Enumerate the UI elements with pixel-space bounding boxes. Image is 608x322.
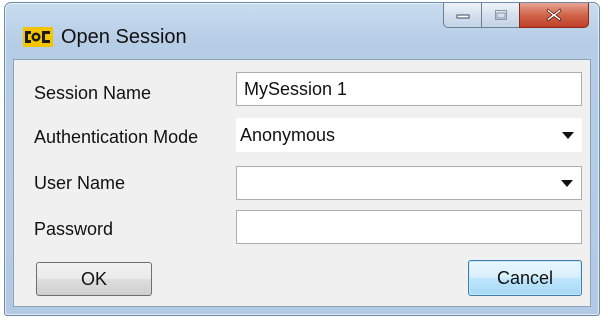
cancel-button[interactable]: Cancel (468, 260, 582, 296)
maximize-icon (494, 10, 507, 20)
authentication-mode-value: Anonymous (240, 125, 336, 145)
dialog-body: Session Name MySession 1 Authentication … (13, 59, 591, 307)
close-icon (546, 8, 562, 22)
session-name-field[interactable]: MySession 1 (236, 72, 582, 106)
chevron-down-icon (562, 132, 574, 139)
chevron-down-icon (561, 180, 573, 187)
maximize-button[interactable] (481, 3, 519, 28)
close-button[interactable] (519, 3, 589, 28)
user-name-label: User Name (34, 173, 126, 193)
minimize-icon (456, 14, 469, 19)
window-title: Open Session (61, 26, 187, 48)
ok-button[interactable]: OK (36, 262, 152, 296)
password-label: Password (34, 219, 114, 239)
opc-logo-icon (23, 27, 53, 47)
session-name-label: Session Name (34, 83, 152, 103)
password-field[interactable] (236, 210, 582, 244)
title-bar[interactable]: Open Session (5, 3, 599, 59)
open-session-dialog: Open Session Session Name MySession 1 Au… (4, 2, 600, 316)
authentication-mode-label: Authentication Mode (34, 127, 199, 147)
authentication-mode-dropdown[interactable]: Anonymous (236, 118, 582, 152)
caption-buttons (443, 3, 589, 29)
user-name-dropdown[interactable] (236, 166, 582, 200)
minimize-button[interactable] (443, 3, 481, 28)
